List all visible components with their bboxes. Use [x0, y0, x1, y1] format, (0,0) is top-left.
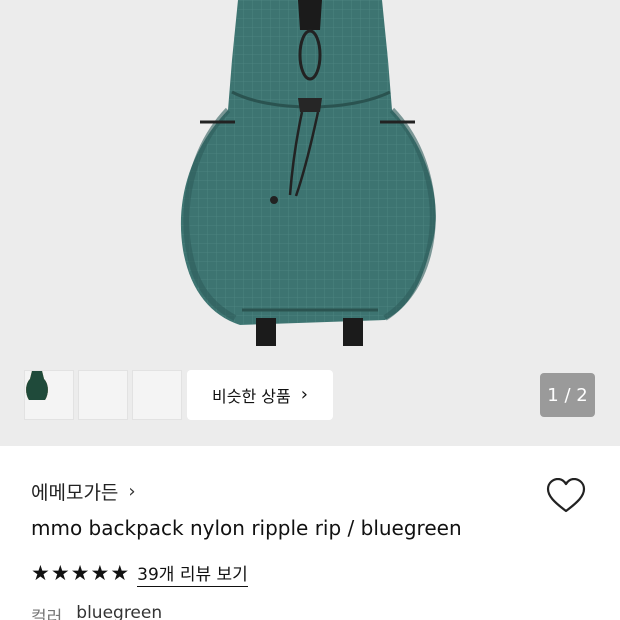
star-icon: ★ — [90, 561, 110, 585]
color-value: bluegreen — [76, 603, 163, 620]
thumbnail-green[interactable] — [26, 370, 182, 420]
reviews-link[interactable]: 39개 리뷰 보기 — [137, 560, 248, 587]
brand-name: 에메모가든 — [31, 482, 119, 504]
similar-products-button[interactable]: 비슷한 상품 › — [187, 370, 333, 420]
thumbnail-beige[interactable] — [26, 370, 128, 420]
chevron-right-icon: › — [128, 481, 136, 502]
star-icon: ★ — [50, 561, 70, 585]
image-pager: 1 / 2 — [540, 373, 595, 417]
brand-link[interactable]: 에메모가든 › — [31, 478, 136, 505]
color-label: 컬러 — [31, 608, 63, 620]
rating-stars: ★ ★ ★ ★ ★ — [31, 563, 129, 584]
similar-products-label: 비슷한 상품 — [212, 387, 291, 406]
star-icon: ★ — [110, 561, 130, 585]
rating-row: ★ ★ ★ ★ ★ 39개 리뷰 보기 — [31, 560, 248, 587]
color-option-row: 컬러 bluegreen — [31, 603, 162, 620]
product-title: mmo backpack nylon ripple rip / bluegree… — [31, 516, 462, 540]
thumbnail-strip — [24, 370, 182, 420]
wishlist-heart-icon[interactable] — [546, 477, 586, 514]
product-image-gallery[interactable]: 비슷한 상품 › 1 / 2 — [0, 0, 620, 446]
chevron-right-icon: › — [300, 384, 308, 405]
star-icon: ★ — [31, 561, 50, 585]
star-icon: ★ — [70, 561, 90, 585]
